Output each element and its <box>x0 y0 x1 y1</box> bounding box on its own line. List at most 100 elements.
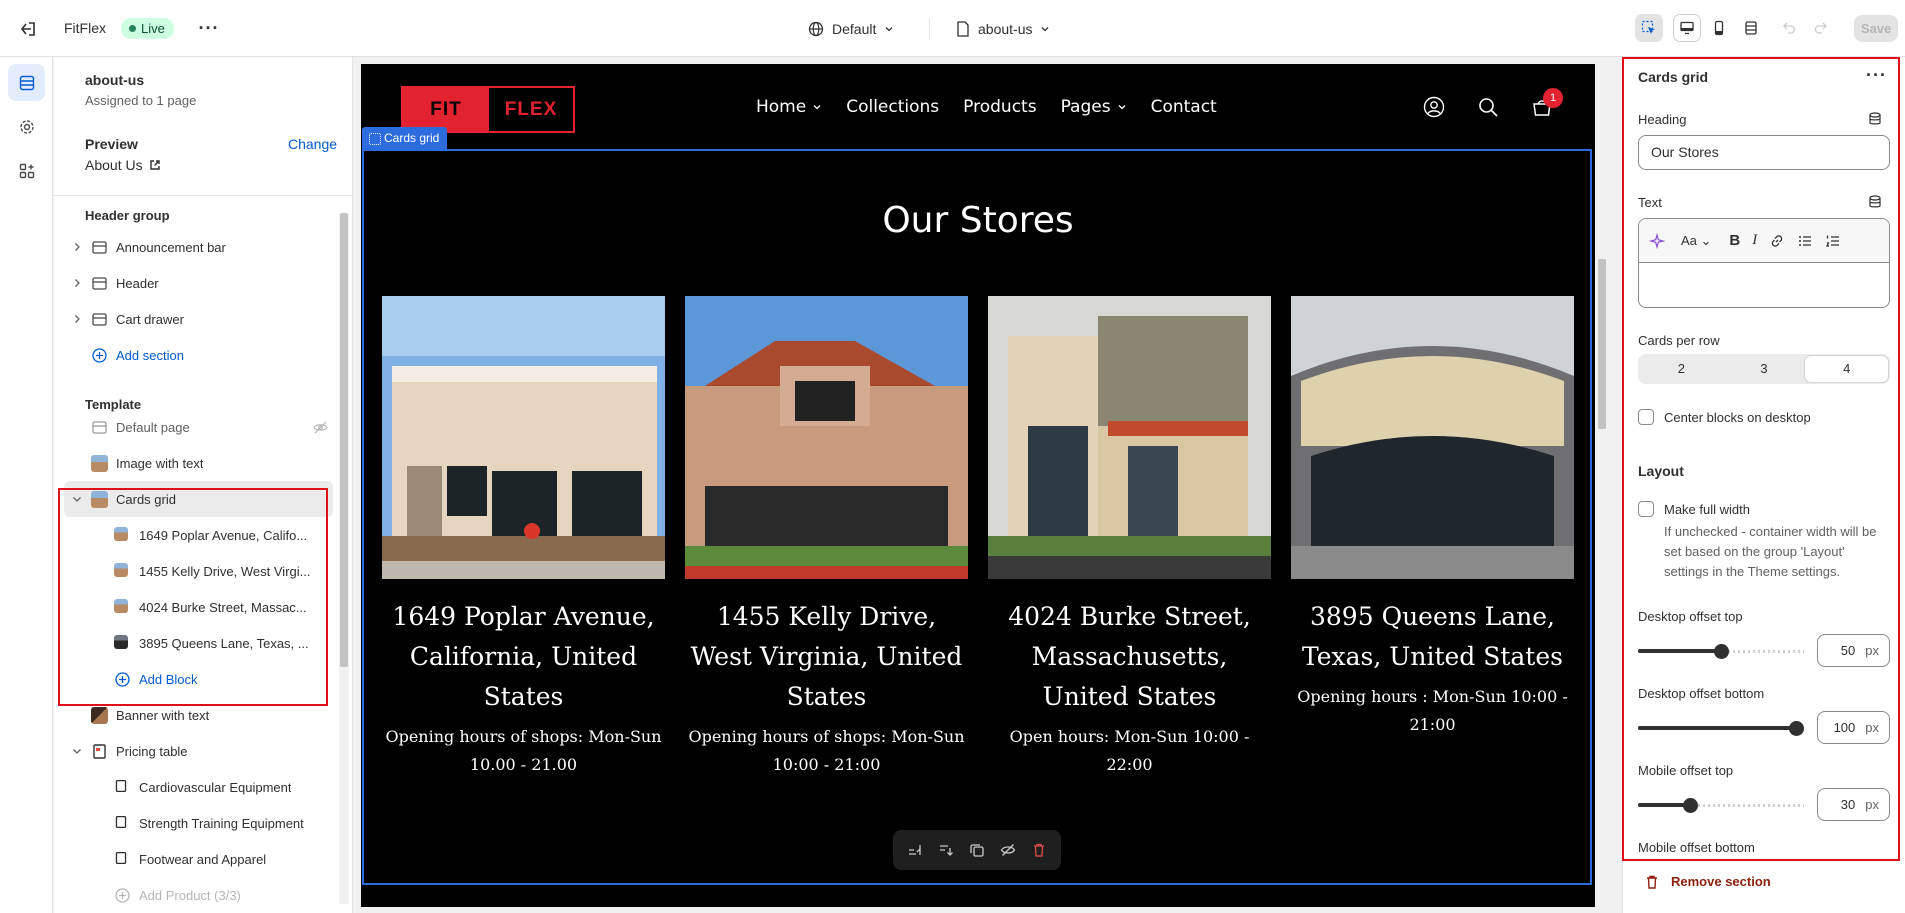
desktop-top-input[interactable]: 50 px <box>1817 634 1890 667</box>
desktop-bottom-label: Desktop offset bottom <box>1638 686 1765 701</box>
add-block-label: Add Block <box>139 671 198 687</box>
slider-handle[interactable] <box>1683 798 1699 813</box>
theme-settings-tab[interactable] <box>8 108 45 145</box>
gear-icon <box>19 119 34 134</box>
theme-select[interactable]: Default <box>808 17 894 41</box>
nav-pages[interactable]: Pages <box>1061 97 1127 117</box>
section-cards-grid[interactable]: Cards grid <box>64 481 333 517</box>
section-label: Image with text <box>116 455 204 471</box>
preview-scrollbar[interactable] <box>1595 57 1609 913</box>
delete-icon[interactable] <box>1031 842 1047 858</box>
section-header[interactable]: Header <box>71 265 333 301</box>
block-pricing-2[interactable]: Strength Training Equipment <box>71 805 333 841</box>
block-pricing-1[interactable]: Cardiovascular Equipment <box>71 769 333 805</box>
italic-icon[interactable]: I <box>1752 232 1757 249</box>
unit-label: px <box>1865 720 1879 735</box>
section-pricing-table[interactable]: Pricing table <box>71 733 333 769</box>
store-card-text: Open hours: Mon-Sun 10:00 - 22:00 <box>1009 727 1250 774</box>
block-label: 4024 Burke Street, Massac... <box>139 599 307 615</box>
section-cart-drawer[interactable]: Cart drawer <box>71 301 333 337</box>
cards-per-row-option-selected[interactable]: 4 <box>1805 356 1889 382</box>
move-up-icon[interactable] <box>907 842 923 858</box>
preview-page-link[interactable]: About Us <box>85 157 161 173</box>
link-icon[interactable] <box>1769 233 1785 249</box>
add-block-button[interactable]: Add Block <box>71 661 333 697</box>
store-card[interactable]: 1649 Poplar Avenue, California, United S… <box>382 296 665 779</box>
font-size-icon[interactable]: Aa ⌄ <box>1681 233 1711 249</box>
slider-handle[interactable] <box>1713 644 1729 659</box>
save-button[interactable]: Save <box>1854 15 1898 42</box>
section-default-page[interactable]: Default page <box>71 409 333 445</box>
full-width-checkbox[interactable] <box>1638 501 1654 517</box>
exit-icon[interactable] <box>17 18 39 40</box>
store-card-title: 1649 Poplar Avenue, California, United S… <box>392 602 655 711</box>
slider-handle[interactable] <box>1789 721 1804 736</box>
redo-button[interactable] <box>1807 14 1835 42</box>
settings-title: Cards grid <box>1638 69 1709 85</box>
inspector-toggle-button[interactable] <box>1635 14 1663 42</box>
product-icon <box>115 779 127 793</box>
desktop-bottom-value: 100 <box>1833 720 1856 735</box>
sparkle-icon[interactable] <box>1649 232 1665 249</box>
bullet-list-icon[interactable] <box>1797 233 1813 249</box>
store-card[interactable]: 3895 Queens Lane, Texas, United States O… <box>1291 296 1574 739</box>
sections-tab[interactable] <box>8 64 45 101</box>
hide-icon[interactable] <box>1000 842 1016 858</box>
nav-products[interactable]: Products <box>963 97 1036 117</box>
cards-per-row-option[interactable]: 3 <box>1723 356 1806 382</box>
numbered-list-icon[interactable] <box>1825 233 1841 249</box>
desktop-bottom-input[interactable]: 100 px <box>1817 711 1890 744</box>
section-tag[interactable]: Cards grid <box>362 127 448 149</box>
change-link[interactable]: Change <box>288 136 337 152</box>
more-options-icon[interactable]: ··· <box>1866 65 1887 86</box>
section-announcement-bar[interactable]: Announcement bar <box>71 229 333 265</box>
mobile-top-input[interactable]: 30 px <box>1817 788 1890 821</box>
store-card[interactable]: 4024 Burke Street, Massachusetts, United… <box>988 296 1271 779</box>
heading-input[interactable]: Our Stores <box>1638 135 1890 170</box>
preview-label: Preview <box>85 136 138 152</box>
store-card[interactable]: 1455 Kelly Drive, West Virginia, United … <box>685 296 968 779</box>
sidebar-scrollbar[interactable] <box>340 213 348 667</box>
section-banner-with-text[interactable]: Banner with text <box>71 697 333 733</box>
store-logo[interactable]: FIT FLEX <box>401 86 575 133</box>
nav-collections[interactable]: Collections <box>846 97 939 117</box>
preview-scrollbar-thumb[interactable] <box>1598 259 1606 429</box>
undo-button[interactable] <box>1775 14 1803 42</box>
desktop-top-slider[interactable] <box>1638 641 1804 661</box>
block-pricing-3[interactable]: Footwear and Apparel <box>71 841 333 877</box>
block-card-3[interactable]: 4024 Burke Street, Massac... <box>71 589 333 625</box>
store-name[interactable]: FitFlex <box>64 20 106 36</box>
add-product-button[interactable]: Add Product (3/3) <box>71 877 333 913</box>
nav-home[interactable]: Home <box>756 97 822 117</box>
fullscreen-view-button[interactable] <box>1737 14 1765 42</box>
move-down-icon[interactable] <box>938 842 954 858</box>
desktop-view-button[interactable] <box>1673 14 1701 42</box>
mobile-top-slider[interactable] <box>1638 795 1804 815</box>
center-blocks-checkbox[interactable] <box>1638 409 1654 425</box>
block-card-2[interactable]: 1455 Kelly Drive, West Virgi... <box>71 553 333 589</box>
remove-section-button[interactable]: Remove section <box>1645 874 1771 889</box>
bold-icon[interactable]: B <box>1729 232 1740 249</box>
cards-per-row-option[interactable]: 2 <box>1640 356 1723 382</box>
chevron-down-icon <box>885 27 893 32</box>
dynamic-source-icon[interactable] <box>1868 195 1882 209</box>
mobile-view-button[interactable] <box>1705 14 1733 42</box>
live-badge: Live <box>121 18 174 39</box>
duplicate-icon[interactable] <box>969 842 985 858</box>
block-card-1[interactable]: 1649 Poplar Avenue, Califo... <box>71 517 333 553</box>
section-image-with-text[interactable]: Image with text <box>71 445 333 481</box>
page-select[interactable]: about-us <box>956 17 1050 41</box>
nav-contact[interactable]: Contact <box>1151 97 1217 117</box>
external-link-icon <box>149 160 160 170</box>
dynamic-source-icon[interactable] <box>1868 112 1882 126</box>
account-icon[interactable] <box>1423 96 1445 118</box>
add-section-button[interactable]: Add section <box>71 337 333 373</box>
app-embeds-tab[interactable] <box>8 152 45 189</box>
more-actions-icon[interactable]: ··· <box>198 18 220 40</box>
block-card-4[interactable]: 3895 Queens Lane, Texas, ... <box>71 625 333 661</box>
eye-hidden-icon[interactable] <box>312 419 329 436</box>
desktop-bottom-slider[interactable] <box>1638 718 1804 738</box>
search-icon[interactable] <box>1477 96 1499 118</box>
text-editor[interactable]: Aa ⌄ B I <box>1638 218 1890 308</box>
full-width-help: If unchecked - container width will be s… <box>1664 524 1877 579</box>
